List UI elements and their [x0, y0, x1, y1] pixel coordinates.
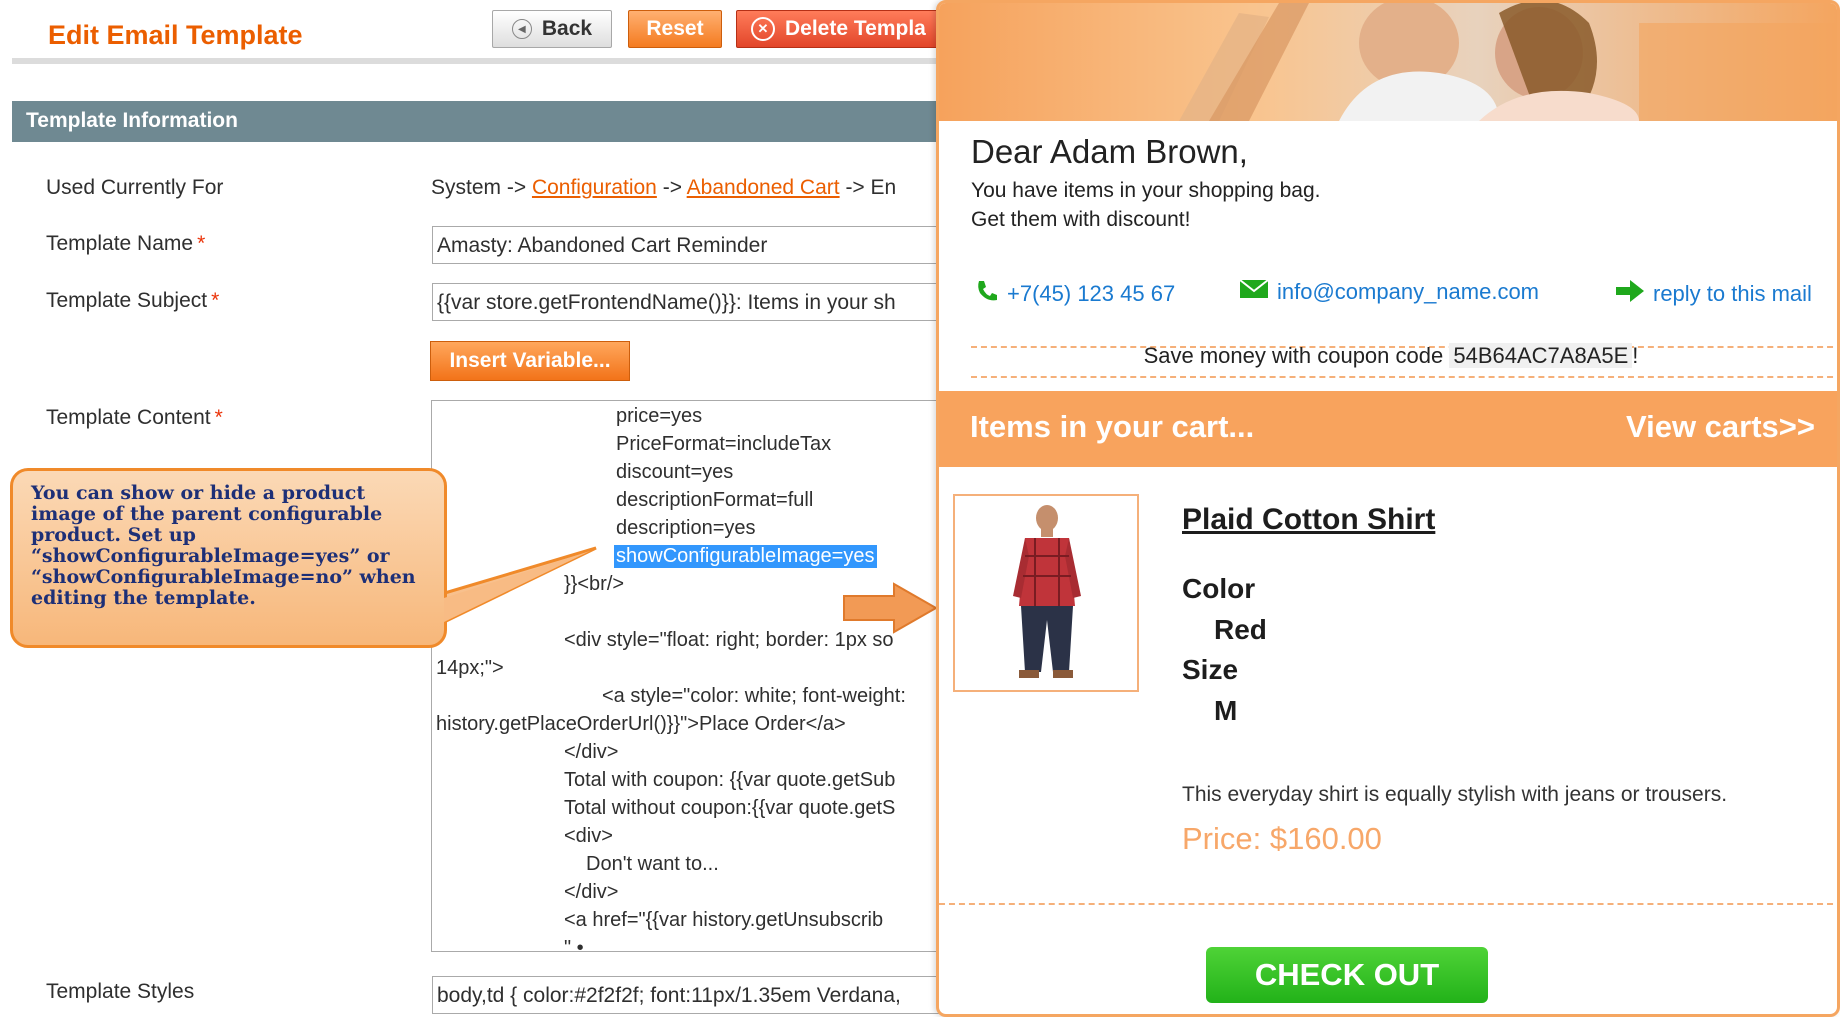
product-description: This everyday shirt is equally stylish w…: [1182, 783, 1728, 806]
arrow-right-icon: [1615, 279, 1645, 309]
code-line: Total with coupon: {{var quote.getSub: [564, 769, 896, 791]
hero-banner-image: [939, 3, 1837, 121]
code-line: price=yes: [616, 405, 703, 427]
template-name-label-text: Template Name: [46, 232, 194, 255]
greeting: Dear Adam Brown,: [971, 133, 1248, 170]
cart-title: Items in your cart...: [970, 409, 1255, 444]
section-header: Template Information: [12, 101, 960, 142]
reply-link[interactable]: reply to this mail: [1615, 279, 1812, 309]
code-line: Don't want to...: [586, 853, 719, 875]
coupon-text: Save money with coupon code: [1143, 343, 1444, 368]
back-button[interactable]: ◀ Back: [492, 10, 612, 48]
product-price: Price: $160.00: [1182, 821, 1382, 856]
configuration-link[interactable]: Configuration: [532, 176, 657, 199]
code-line: Total without coupon:{{var quote.getS: [564, 797, 896, 819]
color-value: Red: [1214, 614, 1267, 645]
page-title: Edit Email Template: [48, 20, 303, 50]
product-name-link[interactable]: Plaid Cotton Shirt: [1182, 503, 1435, 537]
used-for-suffix: -> En: [839, 176, 897, 199]
code-line: <a style="color: white; font-weight:: [602, 685, 906, 707]
shirt-model-illustration: [1013, 505, 1081, 678]
abandoned-cart-link[interactable]: Abandoned Cart: [687, 176, 840, 199]
insert-variable-button[interactable]: Insert Variable...: [430, 341, 630, 381]
template-content-label-text: Template Content: [46, 406, 211, 429]
checkout-button[interactable]: CHECK OUT: [1206, 947, 1488, 1003]
reply-link-label: reply to this mail: [1653, 281, 1812, 306]
phone-contact[interactable]: +7(45) 123 45 67: [975, 279, 1175, 309]
coupon-suffix: !: [1632, 343, 1639, 368]
code-line: PriceFormat=includeTax: [616, 433, 832, 455]
template-name-input[interactable]: Amasty: Abandoned Cart Reminder: [432, 226, 972, 264]
intro-line-1: You have items in your shopping bag.: [971, 179, 1321, 202]
size-value: M: [1214, 695, 1238, 726]
back-arrow-icon: ◀: [511, 19, 532, 39]
template-content-label: Template Content *: [46, 406, 223, 430]
template-subject-label: Template Subject *: [46, 289, 219, 313]
size-label: Size: [1182, 654, 1239, 685]
code-line: description=yes: [616, 517, 756, 539]
shopping-people-illustration: [1179, 3, 1837, 121]
envelope-icon: [1239, 279, 1269, 305]
view-carts-link[interactable]: View carts>>: [1626, 409, 1815, 445]
template-styles-textarea[interactable]: body,td { color:#2f2f2f; font:11px/1.35e…: [432, 976, 972, 1014]
template-name-label: Template Name *: [46, 232, 205, 256]
code-line: <div style="float: right; border: 1px so: [564, 629, 894, 651]
template-subject-label-text: Template Subject: [46, 289, 208, 312]
coupon-line: Save money with coupon code 54B64AC7A8A5…: [939, 343, 1837, 369]
dashed-divider: [971, 376, 1837, 378]
code-line: </div>: [564, 741, 619, 763]
phone-icon: [975, 279, 999, 309]
code-line-selected: showConfigurableImage=yes: [614, 545, 877, 568]
email-contact[interactable]: info@company_name.com: [1239, 279, 1539, 305]
code-line: }}<br/>: [564, 573, 625, 595]
code-line: 14px;">: [436, 657, 504, 679]
delete-icon: ✕: [751, 17, 775, 41]
template-styles-label: Template Styles: [46, 980, 195, 1003]
used-for-label: Used Currently For: [46, 176, 224, 199]
required-marker: *: [211, 289, 220, 312]
used-for-prefix: System ->: [431, 176, 532, 199]
code-line: descriptionFormat=full: [616, 489, 814, 511]
coupon-code: 54B64AC7A8A5E: [1449, 343, 1633, 368]
template-subject-input[interactable]: {{var store.getFrontendName()}}: Items i…: [432, 283, 972, 321]
code-line: <a href="{{var history.getUnsubscrib: [564, 909, 884, 931]
code-line: " •: [564, 937, 584, 952]
email-address: info@company_name.com: [1277, 279, 1540, 304]
required-marker: *: [214, 406, 223, 429]
email-preview-panel: Dear Adam Brown, You have items in your …: [936, 0, 1840, 1017]
annotation-callout: You can show or hide a product image of …: [10, 468, 447, 648]
callout-text: You can show or hide a product image of …: [31, 482, 416, 609]
code-line: history.getPlaceOrderUrl()}}">Place Orde…: [436, 713, 846, 735]
used-for-value: System -> Configuration -> Abandoned Car…: [431, 176, 896, 200]
required-marker: *: [197, 232, 206, 255]
used-for-separator: ->: [656, 176, 687, 199]
cart-header-bar: Items in your cart... View carts>>: [939, 391, 1837, 467]
product-image[interactable]: [953, 494, 1139, 692]
back-button-label: Back: [541, 17, 593, 40]
intro-line-2: Get them with discount!: [971, 208, 1191, 231]
phone-number: +7(45) 123 45 67: [1007, 281, 1176, 306]
template-content-textarea[interactable]: price=yes PriceFormat=includeTax discoun…: [431, 400, 971, 952]
code-line: <div>: [564, 825, 613, 847]
reset-button[interactable]: Reset: [628, 10, 722, 48]
code-line: </div>: [564, 881, 619, 903]
dashed-divider: [939, 903, 1837, 905]
delete-button-label: Delete Templa: [785, 17, 926, 40]
color-label: Color: [1182, 573, 1256, 604]
code-line: discount=yes: [616, 461, 734, 483]
title-divider: [12, 58, 960, 64]
